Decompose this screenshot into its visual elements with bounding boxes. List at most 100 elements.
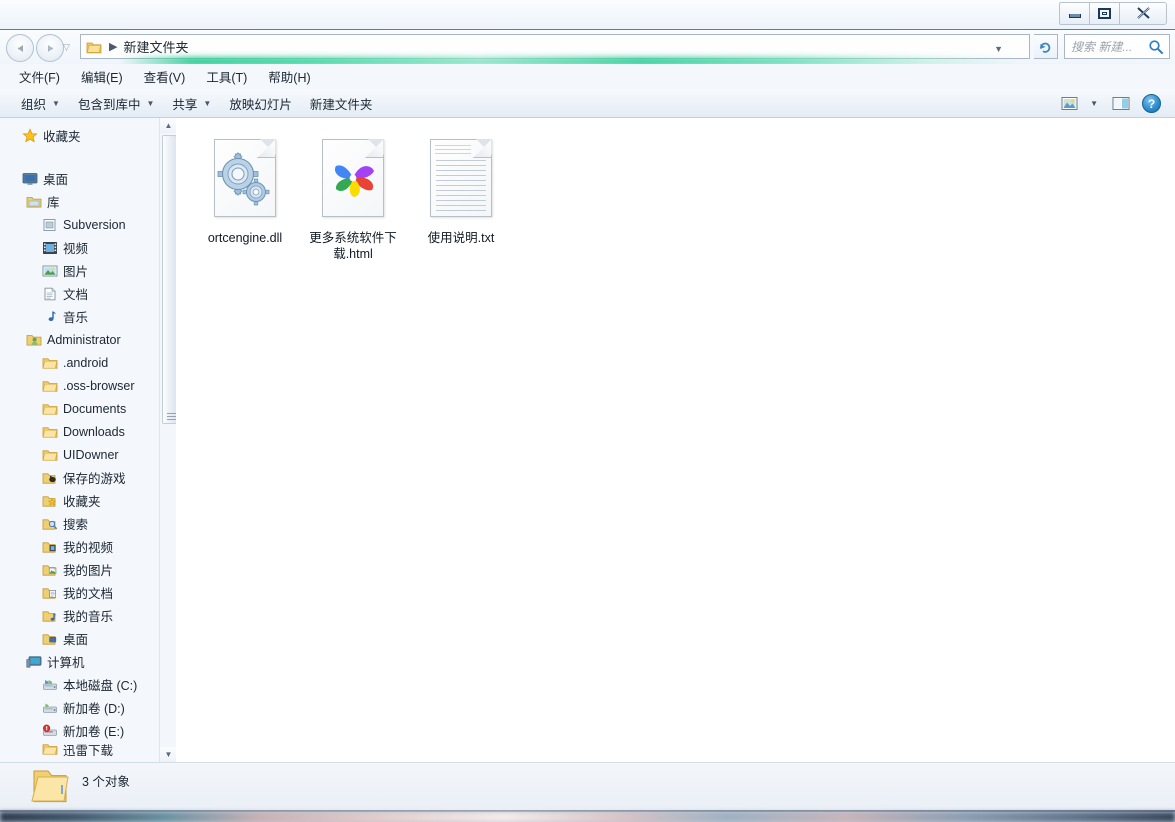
scroll-down-button[interactable]: ▼ bbox=[160, 747, 177, 762]
address-dropdown-icon[interactable]: ▼ bbox=[994, 44, 1003, 54]
menu-item-edit[interactable]: 编辑(E) bbox=[72, 64, 132, 89]
sidebar-item-downloads[interactable]: Downloads bbox=[0, 420, 158, 443]
system-drive-icon bbox=[43, 679, 57, 690]
file-item[interactable]: ortcengine.dll bbox=[192, 128, 298, 262]
sidebar-item-label: 计算机 bbox=[47, 656, 85, 670]
sidebar-item-subversion[interactable]: Subversion bbox=[0, 213, 158, 236]
refresh-icon bbox=[1040, 42, 1051, 53]
sidebar-item-my-pictures[interactable]: 我的图片 bbox=[0, 558, 158, 581]
breadcrumb-current-folder[interactable]: 新建文件夹 bbox=[123, 37, 188, 56]
video-library-icon bbox=[43, 241, 57, 254]
toolbar-organize-button[interactable]: 组织 ▼ bbox=[12, 90, 69, 117]
preview-pane-button[interactable] bbox=[1106, 93, 1136, 114]
sidebar-item-label: 新加卷 (D:) bbox=[63, 702, 125, 716]
back-arrow-icon bbox=[17, 44, 23, 52]
sidebar-item-label: 我的视频 bbox=[63, 541, 114, 555]
sidebar-item-oss-browser[interactable]: .oss-browser bbox=[0, 374, 158, 397]
sidebar-item-saved-games[interactable]: 保存的游戏 bbox=[0, 466, 158, 489]
help-icon: ? bbox=[1142, 94, 1161, 113]
drive-icon bbox=[43, 703, 57, 713]
search-icon[interactable] bbox=[1148, 39, 1164, 55]
sidebar-item-thunder-downloads[interactable]: 迅雷下载 bbox=[0, 742, 158, 756]
maximize-button[interactable] bbox=[1090, 2, 1120, 25]
view-mode-chevron-down-icon[interactable]: ▼ bbox=[1090, 99, 1098, 108]
sidebar-item-label: 本地磁盘 (C:) bbox=[63, 679, 138, 693]
file-name: ortcengine.dll bbox=[207, 231, 283, 245]
sidebar-item-desktop-folder[interactable]: 桌面 bbox=[0, 627, 158, 650]
search-input[interactable]: 搜索 新建... bbox=[1071, 38, 1132, 55]
history-dropdown-button[interactable]: ▽ bbox=[63, 42, 70, 53]
sidebar-item-new-volume-d[interactable]: 新加卷 (D:) bbox=[0, 696, 158, 719]
toolbar-slideshow-button[interactable]: 放映幻灯片 bbox=[220, 90, 301, 117]
scroll-up-button[interactable]: ▲ bbox=[160, 118, 177, 133]
folder-icon bbox=[31, 770, 69, 803]
forward-button[interactable] bbox=[36, 34, 64, 62]
view-mode-button[interactable] bbox=[1055, 93, 1084, 114]
toolbar-share-button[interactable]: 共享 ▼ bbox=[163, 90, 220, 117]
sidebar-item-desktop[interactable]: 桌面 bbox=[0, 167, 158, 190]
address-path-box[interactable]: ▶ 新建文件夹 ▼ bbox=[80, 34, 1030, 59]
folder-icon bbox=[42, 449, 58, 461]
html-chrome-icon bbox=[322, 139, 384, 217]
menu-item-file[interactable]: 文件(F) bbox=[10, 64, 69, 89]
navigation-pane-scrollbar[interactable]: ▲ ▼ bbox=[159, 118, 177, 762]
my-documents-icon bbox=[42, 587, 56, 599]
sidebar-item-label: 桌面 bbox=[43, 173, 69, 187]
sidebar-item-my-documents[interactable]: 我的文档 bbox=[0, 581, 158, 604]
chevron-down-icon: ▼ bbox=[146, 98, 155, 108]
sidebar-item-favorites[interactable]: 收藏夹 bbox=[0, 124, 158, 147]
refresh-button[interactable] bbox=[1034, 34, 1058, 59]
explorer-window: ▽ ▶ 新建文件夹 ▼ 搜索 新建... 文件(F) 编辑(E) 查看(V) 工… bbox=[0, 0, 1175, 812]
scrollbar-thumb[interactable] bbox=[162, 135, 177, 424]
sidebar-item-libraries[interactable]: 库 bbox=[0, 190, 158, 213]
drive-full-icon bbox=[43, 724, 57, 736]
toolbar-new-folder-button[interactable]: 新建文件夹 bbox=[301, 90, 382, 117]
sidebar-item-documents[interactable]: 文档 bbox=[0, 282, 158, 305]
file-icon-wrap bbox=[192, 128, 298, 228]
sidebar-item-label: 库 bbox=[47, 196, 60, 210]
file-item[interactable]: 更多系统软件下载.html bbox=[300, 128, 406, 262]
taskbar-blur-strip bbox=[0, 812, 1175, 822]
sidebar-item-new-volume-e[interactable]: 新加卷 (E:) bbox=[0, 719, 158, 742]
menu-item-tools[interactable]: 工具(T) bbox=[197, 64, 256, 89]
menu-item-view[interactable]: 查看(V) bbox=[135, 64, 195, 89]
forward-arrow-icon bbox=[47, 44, 53, 52]
sidebar-item-label: Administrator bbox=[47, 332, 121, 347]
menu-item-help[interactable]: 帮助(H) bbox=[259, 64, 319, 89]
my-music-icon bbox=[42, 610, 56, 622]
breadcrumb-separator[interactable]: ▶ bbox=[109, 40, 117, 53]
folder-icon bbox=[86, 42, 102, 53]
help-button[interactable]: ? bbox=[1136, 91, 1167, 116]
sidebar-item-music[interactable]: 音乐 bbox=[0, 305, 158, 328]
notepad-lines bbox=[436, 160, 486, 215]
preview-pane-icon bbox=[1112, 97, 1130, 110]
minimize-button[interactable] bbox=[1059, 2, 1090, 25]
sidebar-item-uidowner[interactable]: UIDowner bbox=[0, 443, 158, 466]
sidebar-item-local-disk-c[interactable]: 本地磁盘 (C:) bbox=[0, 673, 158, 696]
back-button[interactable] bbox=[6, 34, 34, 62]
sidebar-item-my-music[interactable]: 我的音乐 bbox=[0, 604, 158, 627]
file-item[interactable]: 使用说明.txt bbox=[408, 128, 514, 262]
folder-icon bbox=[42, 426, 58, 438]
file-list-view[interactable]: ortcengine.dll 更多系统软件下载.html 使用说明.txt bbox=[176, 118, 1175, 762]
my-videos-icon bbox=[42, 541, 56, 553]
sidebar-item-label: 我的文档 bbox=[63, 587, 114, 601]
sidebar-item-searches[interactable]: 搜索 bbox=[0, 512, 158, 535]
sidebar-item-computer[interactable]: 计算机 bbox=[0, 650, 158, 673]
sidebar-item-label: .android bbox=[63, 355, 109, 370]
sidebar-item-documents-folder[interactable]: Documents bbox=[0, 397, 158, 420]
close-button[interactable] bbox=[1120, 2, 1167, 25]
sidebar-item-administrator[interactable]: Administrator bbox=[0, 328, 158, 351]
sidebar-item-videos[interactable]: 视频 bbox=[0, 236, 158, 259]
sidebar-item-android[interactable]: .android bbox=[0, 351, 158, 374]
sidebar-item-label: 新加卷 (E:) bbox=[63, 725, 125, 739]
sidebar-item-my-videos[interactable]: 我的视频 bbox=[0, 535, 158, 558]
sidebar-item-pictures[interactable]: 图片 bbox=[0, 259, 158, 282]
sidebar-item-label: 音乐 bbox=[63, 311, 89, 325]
sidebar-item-favorites-folder[interactable]: 收藏夹 bbox=[0, 489, 158, 512]
folder-icon bbox=[42, 357, 58, 369]
pinwheel-glyph bbox=[334, 165, 374, 197]
toolbar-include-in-library-button[interactable]: 包含到库中 ▼ bbox=[69, 90, 163, 117]
search-box[interactable]: 搜索 新建... bbox=[1064, 34, 1170, 59]
folder-icon bbox=[42, 380, 58, 392]
